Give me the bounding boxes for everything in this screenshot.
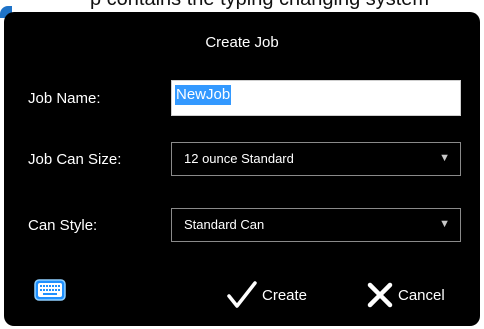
can-style-label: Can Style: [28, 217, 98, 234]
create-button-label: Create [262, 286, 308, 304]
can-style-value: Standard Can [184, 217, 265, 232]
keyboard-button[interactable] [34, 278, 66, 302]
cancel-button-label: Cancel [398, 286, 445, 304]
triangle-down-icon: ▼ [439, 218, 450, 230]
job-name-label: Job Name: [28, 90, 101, 107]
job-can-size-label: Job Can Size: [28, 151, 122, 168]
job-can-size-select[interactable]: 12 ounce Standard ▼ [171, 142, 461, 176]
can-style-select[interactable]: Standard Can ▼ [171, 208, 461, 242]
x-icon [367, 282, 393, 308]
create-job-dialog: Create Job Job Name: NewJob Job Can Size… [4, 12, 480, 326]
dialog-title: Create Job [205, 34, 279, 51]
triangle-down-icon: ▼ [439, 152, 450, 164]
background-window-strip: p contains the typing changing system [0, 0, 484, 12]
job-name-input[interactable]: NewJob [171, 80, 461, 116]
background-window-text: p contains the typing changing system [90, 0, 429, 11]
keyboard-icon [34, 279, 66, 301]
checkmark-icon [227, 281, 257, 308]
job-name-value: NewJob [175, 85, 232, 105]
create-button[interactable]: Create [226, 280, 307, 310]
job-can-size-value: 12 ounce Standard [184, 151, 294, 166]
cancel-button[interactable]: Cancel [366, 280, 445, 310]
